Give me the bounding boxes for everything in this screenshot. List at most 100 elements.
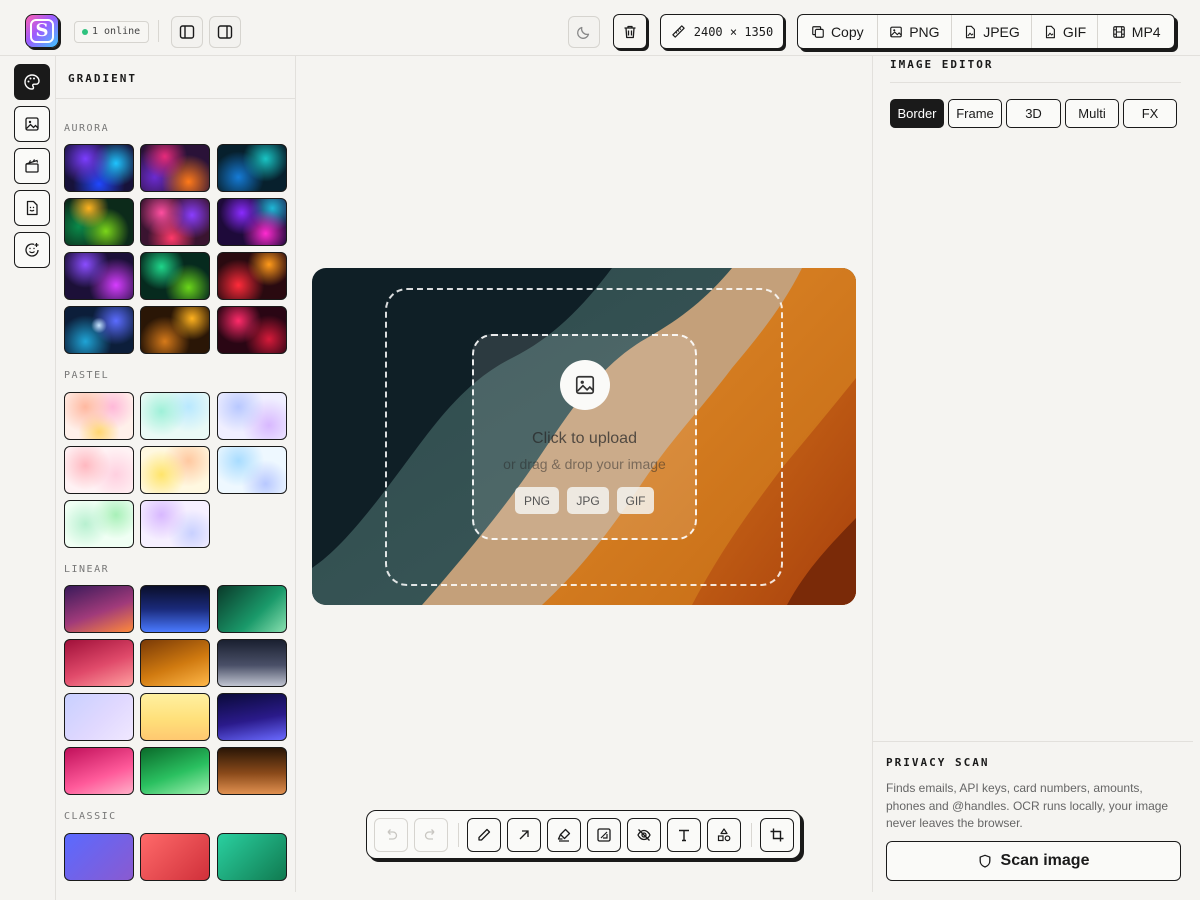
swatch-linear-10[interactable] <box>64 747 134 795</box>
swatch-pastel-6[interactable] <box>217 446 287 494</box>
rail-gradient-button[interactable] <box>14 64 50 100</box>
format-chip-jpg: JPG <box>567 487 609 514</box>
top-bar: S 1 online 2400 × 1350 Copy PNG JPEG GIF… <box>0 0 1200 56</box>
swatch-linear-1[interactable] <box>64 585 134 633</box>
swatch-classic-3[interactable] <box>217 833 287 881</box>
crop-tool-button[interactable] <box>760 818 794 852</box>
online-dot-icon <box>82 29 88 35</box>
swatch-linear-7[interactable] <box>64 693 134 741</box>
upload-dropzone[interactable]: Click to upload or drag & drop your imag… <box>472 334 697 540</box>
left-rail <box>0 56 56 900</box>
palette-icon <box>24 74 40 90</box>
text-icon <box>679 829 689 842</box>
swatch-aurora-9[interactable] <box>217 252 287 300</box>
format-chip-gif: GIF <box>617 487 654 514</box>
swatch-pastel-8[interactable] <box>140 500 210 548</box>
rail-emoji-button[interactable] <box>14 232 50 268</box>
theme-toggle-button[interactable] <box>568 16 600 48</box>
tab-border[interactable]: Border <box>890 99 944 128</box>
highlighter-tool-button[interactable] <box>547 818 581 852</box>
undo-icon <box>387 829 398 840</box>
swatch-linear-4[interactable] <box>64 639 134 687</box>
clapperboard-icon <box>25 159 39 173</box>
film-icon <box>1112 25 1125 38</box>
text-tool-button[interactable] <box>667 818 701 852</box>
divider <box>751 823 752 847</box>
swatch-linear-6[interactable] <box>217 639 287 687</box>
scan-image-button[interactable]: Scan image <box>886 841 1181 881</box>
swatch-pastel-1[interactable] <box>64 392 134 440</box>
sidebar-right-icon <box>217 25 233 39</box>
delete-button[interactable] <box>613 14 647 49</box>
swatch-linear-3[interactable] <box>217 585 287 633</box>
swatch-linear-2[interactable] <box>140 585 210 633</box>
rail-video-button[interactable] <box>14 148 50 184</box>
sidebar-left-icon <box>179 25 195 39</box>
panel-title: IMAGE EDITOR <box>890 58 994 71</box>
section-label-aurora: AURORA <box>64 123 110 134</box>
redo-button[interactable] <box>414 818 448 852</box>
export-jpeg-button[interactable]: JPEG <box>952 15 1032 48</box>
rail-sticker-button[interactable] <box>14 190 50 226</box>
blur-tool-button[interactable] <box>627 818 661 852</box>
swatch-linear-12[interactable] <box>217 747 287 795</box>
export-gif-button[interactable]: GIF <box>1032 15 1099 48</box>
undo-button[interactable] <box>374 818 408 852</box>
app-logo[interactable]: S <box>25 14 59 48</box>
tab-fx[interactable]: FX <box>1123 99 1177 128</box>
tab-3d[interactable]: 3D <box>1006 99 1061 128</box>
panel-title: GRADIENT <box>68 72 137 85</box>
swatch-aurora-11[interactable] <box>140 306 210 354</box>
redact-box-icon <box>597 828 611 842</box>
swatch-pastel-4[interactable] <box>64 446 134 494</box>
redo-icon <box>424 829 435 840</box>
toggle-right-panel-button[interactable] <box>209 16 241 48</box>
swatch-linear-9[interactable] <box>217 693 287 741</box>
png-label: PNG <box>909 23 940 40</box>
swatch-pastel-3[interactable] <box>217 392 287 440</box>
divider <box>458 823 459 847</box>
swatch-linear-5[interactable] <box>140 639 210 687</box>
swatch-linear-8[interactable] <box>140 693 210 741</box>
swatch-classic-2[interactable] <box>140 833 210 881</box>
canvas-size-button[interactable]: 2400 × 1350 <box>660 14 784 49</box>
export-group: Copy PNG JPEG GIF MP4 <box>797 14 1175 49</box>
swatch-aurora-7[interactable] <box>64 252 134 300</box>
tab-multi[interactable]: Multi <box>1065 99 1119 128</box>
swatch-aurora-2[interactable] <box>140 144 210 192</box>
export-png-button[interactable]: PNG <box>878 15 953 48</box>
rail-image-button[interactable] <box>14 106 50 142</box>
shapes-tool-button[interactable] <box>707 818 741 852</box>
swatch-aurora-12[interactable] <box>217 306 287 354</box>
upload-button[interactable] <box>560 360 610 410</box>
file-image-icon <box>1045 25 1055 38</box>
upload-title: Click to upload <box>532 430 637 447</box>
swatch-aurora-6[interactable] <box>217 198 287 246</box>
toggle-left-panel-button[interactable] <box>171 16 203 48</box>
swatch-pastel-5[interactable] <box>140 446 210 494</box>
moon-icon <box>577 26 590 39</box>
swatch-linear-11[interactable] <box>140 747 210 795</box>
swatch-aurora-3[interactable] <box>217 144 287 192</box>
swatch-classic-1[interactable] <box>64 833 134 881</box>
arrow-tool-button[interactable] <box>507 818 541 852</box>
section-label-linear: LINEAR <box>64 564 110 575</box>
smiley-plus-icon <box>25 243 39 257</box>
swatch-aurora-4[interactable] <box>64 198 134 246</box>
swatch-aurora-8[interactable] <box>140 252 210 300</box>
arrow-icon <box>519 830 529 840</box>
tab-frame[interactable]: Frame <box>948 99 1002 128</box>
export-mp4-button[interactable]: MP4 <box>1098 15 1174 48</box>
swatch-aurora-10[interactable] <box>64 306 134 354</box>
divider <box>158 20 159 42</box>
pen-icon <box>478 828 491 841</box>
swatch-pastel-2[interactable] <box>140 392 210 440</box>
highlighter-icon <box>557 828 571 842</box>
swatch-pastel-7[interactable] <box>64 500 134 548</box>
swatch-aurora-1[interactable] <box>64 144 134 192</box>
section-label-pastel: PASTEL <box>64 370 110 381</box>
copy-button[interactable]: Copy <box>798 15 878 48</box>
pen-tool-button[interactable] <box>467 818 501 852</box>
swatch-aurora-5[interactable] <box>140 198 210 246</box>
redact-tool-button[interactable] <box>587 818 621 852</box>
